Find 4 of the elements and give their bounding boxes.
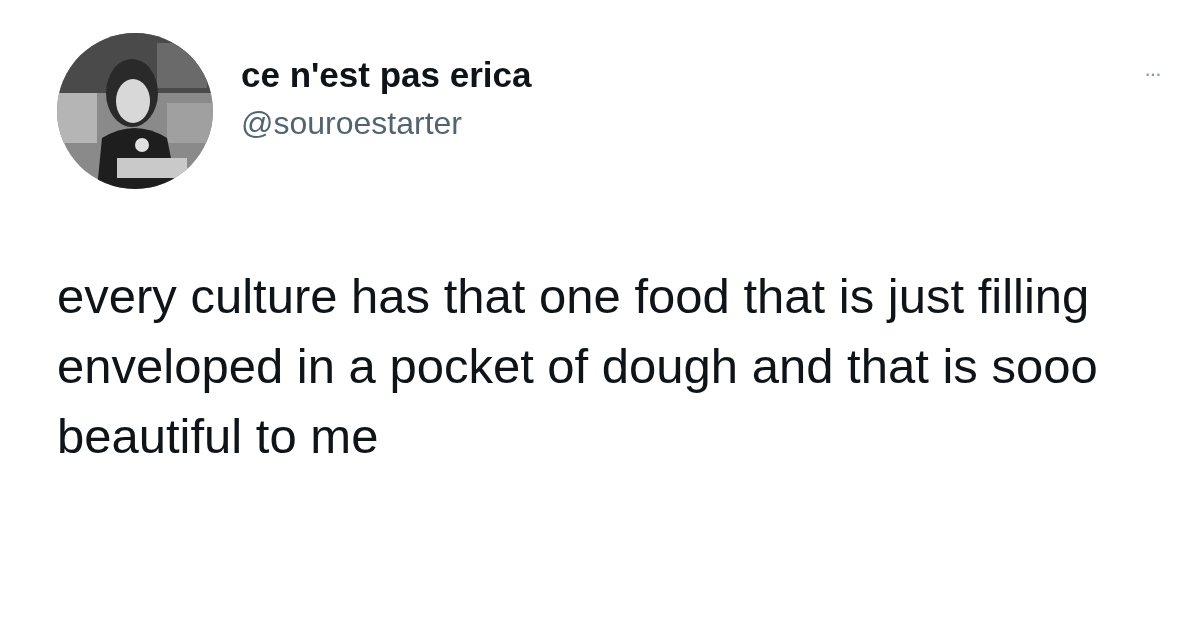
display-name: ce n'est pas erica: [241, 55, 533, 95]
tweet-text: every culture has that one food that is just filling enveloped in a pocket of dough and that is sooo beautiful to me: [57, 268, 1099, 465]
user-handle: @souroestarter: [241, 105, 463, 142]
more-options-button[interactable]: ···: [1144, 61, 1160, 87]
